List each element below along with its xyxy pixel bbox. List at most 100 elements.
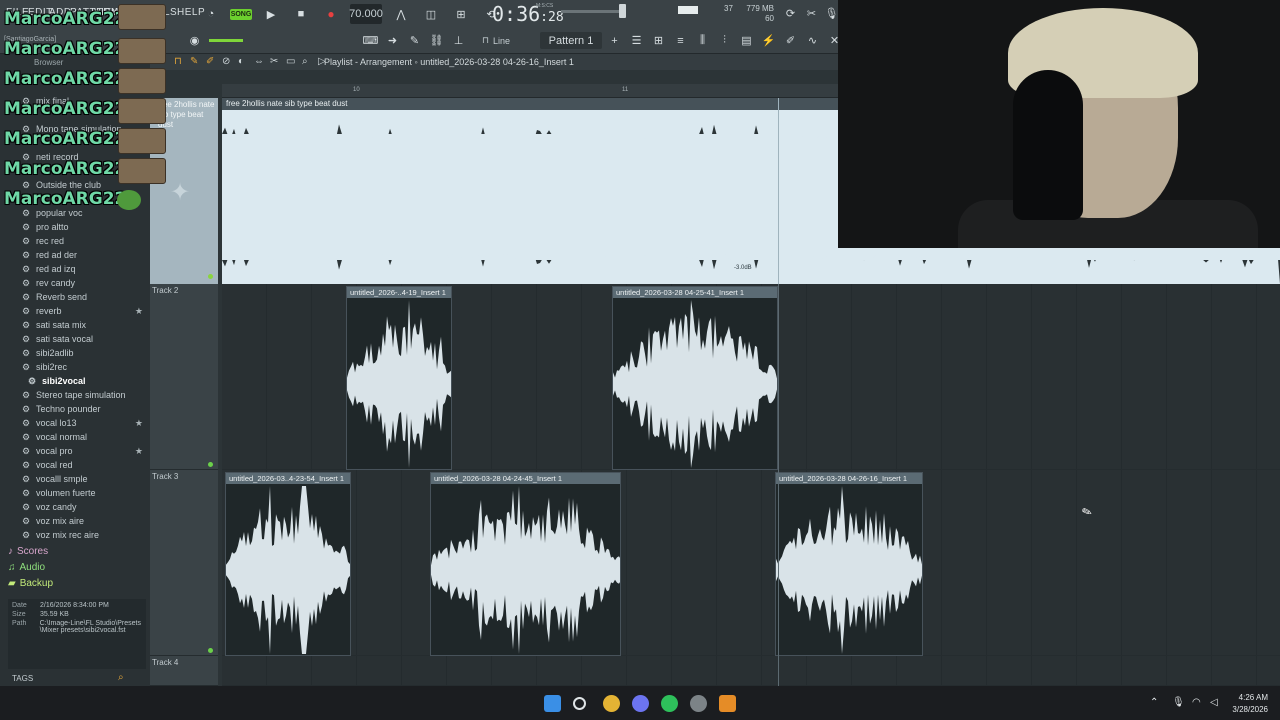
keyboard-icon[interactable]: ⌨ <box>362 32 379 49</box>
countdown-icon[interactable]: ⊞ <box>450 3 472 25</box>
delete-icon[interactable]: ⊘ <box>222 56 232 67</box>
song-mode-toggle[interactable]: SONG <box>230 8 252 20</box>
record-button[interactable]: ● <box>320 3 342 25</box>
zoom-icon[interactable]: ⌕ <box>302 56 312 67</box>
folder-audio[interactable]: ♫ Audio <box>8 559 146 575</box>
audio-clip[interactable]: untitled_2026-..4-19_Insert 1 <box>346 286 452 470</box>
add-pattern-icon[interactable]: + <box>606 32 623 49</box>
stop-button[interactable]: ■ <box>290 3 312 25</box>
pencil-icon[interactable]: ✎ <box>190 56 200 67</box>
channel-rack-icon[interactable]: ≡ <box>672 32 689 49</box>
audio-clip[interactable]: untitled_2026-03-28 04-26-16_Insert 1 <box>775 472 923 656</box>
pencil-icon[interactable]: ✎ <box>406 32 423 49</box>
chrome-icon[interactable] <box>603 695 620 712</box>
track-2-header[interactable]: Track 2 <box>150 284 218 470</box>
obs-icon[interactable] <box>690 695 707 712</box>
browser-icon[interactable]: ▤ <box>738 32 755 49</box>
track-2-mute-led[interactable] <box>208 462 213 467</box>
browser-item[interactable]: ⚙ Reverb send <box>0 290 150 304</box>
browser-item[interactable]: ⚙ voz mix aire <box>0 514 150 528</box>
browser-item[interactable]: ⚙ vocalll smple <box>0 472 150 486</box>
star-icon[interactable]: ★ <box>135 418 143 429</box>
track-3-mute-led[interactable] <box>208 648 213 653</box>
wave-icon[interactable]: ∿ <box>804 32 821 49</box>
system-clock[interactable]: 4:26 AM 3/28/2026 <box>1232 692 1268 716</box>
plugin-icon[interactable]: ⚡ <box>760 32 777 49</box>
slip-icon[interactable]: ⇔ <box>254 56 264 67</box>
folder-backup[interactable]: ▰ Backup <box>8 575 146 591</box>
piano-roll-icon[interactable]: ⊞ <box>650 32 667 49</box>
master-pitch-slider[interactable] <box>209 39 243 42</box>
link-icon[interactable]: ⛓ <box>428 32 445 49</box>
tray-chevron-icon[interactable]: ⌃ <box>1150 697 1158 708</box>
windows-start-icon[interactable] <box>544 695 561 712</box>
browser-item-selected[interactable]: ⚙ sibi2vocal <box>0 374 150 388</box>
wifi-icon[interactable]: ◠ <box>1192 697 1201 708</box>
browser-item[interactable]: ⚙ voz mix rec aire <box>0 528 150 542</box>
master-volume-handle[interactable] <box>619 4 626 18</box>
browser-item[interactable]: ⚙ volumen fuerte <box>0 486 150 500</box>
tray-mic-icon[interactable]: 🎙 <box>1172 697 1185 708</box>
browser-item[interactable]: ⚙ vocal red <box>0 458 150 472</box>
volume-icon[interactable]: ◁ <box>1210 697 1218 708</box>
browser-item[interactable]: ⚙ sibi2adlib <box>0 346 150 360</box>
slice-icon[interactable]: ✂ <box>270 56 280 67</box>
browser-item[interactable]: ⚙ pro altto <box>0 220 150 234</box>
cpu-monitor[interactable]: 37 779 MB 60 <box>676 4 774 24</box>
track-1-mute-led[interactable] <box>208 274 213 279</box>
pitch-knob-icon[interactable]: ◉ <box>186 32 203 49</box>
track-3-header[interactable]: Track 3 <box>150 470 218 656</box>
select-icon[interactable]: ▭ <box>286 56 296 67</box>
track-3-lane[interactable]: untitled_2026-03..4-23-54_Insert 1 untit… <box>222 470 1280 656</box>
channel-settings-icon[interactable]: ⫶ <box>716 32 733 49</box>
track-4-header[interactable]: Track 4 <box>150 656 218 686</box>
browser-item[interactable]: ⚙ Stereo tape simulation <box>0 388 150 402</box>
browser-item[interactable]: ⚙ vocal lo13 ★ <box>0 416 150 430</box>
fl-studio-icon[interactable] <box>719 695 736 712</box>
tags-label[interactable]: TAGS <box>12 674 33 683</box>
master-volume-track[interactable] <box>561 10 621 13</box>
play-button[interactable]: ▶ <box>260 3 282 25</box>
discord-icon[interactable] <box>632 695 649 712</box>
magnet-icon[interactable]: ⊓ <box>174 56 184 67</box>
snap-selector[interactable]: ⊓ Line <box>482 33 526 48</box>
browser-item[interactable]: ⚙ vocal normal <box>0 430 150 444</box>
arrow-icon[interactable]: ➜ <box>384 32 401 49</box>
track-2-lane[interactable]: untitled_2026-..4-19_Insert 1 untitled_2… <box>222 284 1280 470</box>
spotify-icon[interactable] <box>661 695 678 712</box>
tempo-display[interactable]: 70.000 <box>349 4 383 24</box>
browser-item[interactable]: ⚙ sibi2rec <box>0 360 150 374</box>
browser-item[interactable]: ⚙ sati sata vocal <box>0 332 150 346</box>
track-1-header[interactable]: free 2hollis nate sib type beat dust ✦ <box>150 98 218 284</box>
pattern-selector[interactable]: Pattern 1 <box>540 32 602 49</box>
brush-icon[interactable]: ✐ <box>206 56 216 67</box>
browser-item[interactable]: ⚙ red ad izq <box>0 262 150 276</box>
browser-item[interactable]: ⚙ reverb ★ <box>0 304 150 318</box>
browser-item[interactable]: ⚙ rec red <box>0 234 150 248</box>
browser-item[interactable]: ⚙ sati sata mix <box>0 318 150 332</box>
search-icon[interactable] <box>573 697 586 710</box>
paint-icon[interactable]: ✐ <box>782 32 799 49</box>
metronome-icon[interactable]: ⋀ <box>390 3 412 25</box>
track-4-lane[interactable] <box>222 656 1280 686</box>
undo-icon[interactable]: ⟳ <box>782 5 799 22</box>
folder-scores[interactable]: ♪ Scores <box>8 543 146 559</box>
browser-item[interactable]: ⚙ rev candy <box>0 276 150 290</box>
stamp-icon[interactable]: ⊥ <box>450 32 467 49</box>
star-icon[interactable]: ★ <box>135 306 143 317</box>
wait-input-icon[interactable]: ◫ <box>420 3 442 25</box>
browser-item[interactable]: ⚙ voz candy <box>0 500 150 514</box>
mixer-icon[interactable]: ⫼ <box>694 32 711 49</box>
search-icon[interactable]: ⌕ <box>118 672 124 683</box>
star-icon[interactable]: ★ <box>135 446 143 457</box>
pattern-song-switch-icon[interactable]: ◔ <box>200 3 222 25</box>
audio-clip[interactable]: untitled_2026-03..4-23-54_Insert 1 <box>225 472 351 656</box>
tools-icon[interactable]: ✂ <box>803 5 820 22</box>
audio-clip[interactable]: untitled_2026-03-28 04-25-41_Insert 1 <box>612 286 778 470</box>
browser-item[interactable]: ⚙ Techno pounder <box>0 402 150 416</box>
browser-item[interactable]: ⚙ vocal pro ★ <box>0 444 150 458</box>
mute-icon[interactable]: ◐ <box>238 56 248 67</box>
audio-clip[interactable]: untitled_2026-03-28 04-24-45_Insert 1 <box>430 472 621 656</box>
playlist-icon[interactable]: ☰ <box>628 32 645 49</box>
browser-item[interactable]: ⚙ red ad der <box>0 248 150 262</box>
